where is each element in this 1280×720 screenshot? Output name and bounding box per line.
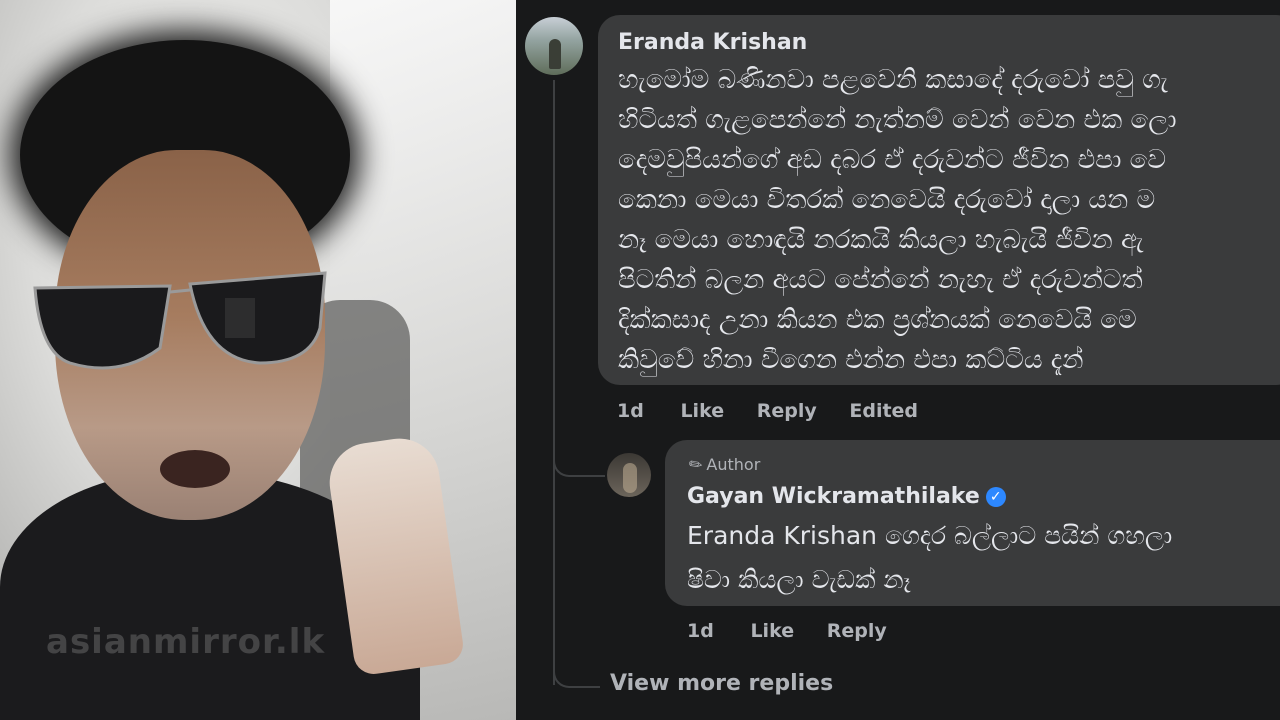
video-frame-photo: asianmirror.lk bbox=[0, 0, 516, 720]
reply-author-name[interactable]: Gayan Wickramathilake ✓ bbox=[687, 484, 1006, 509]
view-more-replies-link[interactable]: View more replies bbox=[610, 671, 833, 696]
comment-author-name[interactable]: Eranda Krishan bbox=[618, 30, 807, 55]
more-replies-connector bbox=[553, 640, 600, 688]
reply-timestamp[interactable]: 1d bbox=[687, 620, 714, 642]
comment-line: පිටතින් බලන අයට පේන්නේ නැහැ ඒ දරුවන්ටත් bbox=[618, 265, 1143, 295]
verified-badge-icon: ✓ bbox=[985, 487, 1006, 507]
reply-line: Eranda Krishan ගෙදර බල්ලාට පයින් ගහලා bbox=[687, 521, 1173, 550]
comment-line: කෙනා මෙයා විතරක් නෙවෙයි දරුවෝ දාලා යන ම bbox=[618, 185, 1156, 215]
edited-label[interactable]: Edited bbox=[849, 400, 918, 422]
like-button[interactable]: Like bbox=[680, 400, 724, 422]
comment-timestamp[interactable]: 1d bbox=[617, 400, 644, 422]
reply-author-avatar[interactable] bbox=[607, 453, 651, 497]
author-badge: ✎Author bbox=[685, 453, 761, 476]
comment-line: නෑ මෙයා හොඳයි නරකයි කියලා හැබැයි ජීවින ඇ bbox=[618, 225, 1144, 255]
reply-text: Eranda Krishan ගෙදර බල්ලාට පයින් ගහලා ෂි… bbox=[687, 514, 1280, 602]
comment-line: දික්කසාද උනා කියන එක ප්‍රශ්නයක් නෙවෙයි ම… bbox=[618, 305, 1137, 335]
screenshot: asianmirror.lk Eranda Krishan හැමෝම බණින… bbox=[0, 0, 1280, 720]
reply-reply-button[interactable]: Reply bbox=[827, 620, 887, 642]
author-badge-label: Author bbox=[706, 455, 761, 474]
reply-line: ෂිවා කියලා වැඩක් නෑ bbox=[687, 565, 911, 594]
comment-actions: 1d Like Reply Edited bbox=[617, 400, 944, 422]
commenter-avatar[interactable] bbox=[525, 17, 583, 75]
reply-author-text[interactable]: Gayan Wickramathilake bbox=[687, 484, 980, 509]
pencil-icon: ✎ bbox=[684, 452, 707, 477]
reply-connector bbox=[553, 420, 605, 477]
reply-button[interactable]: Reply bbox=[757, 400, 817, 422]
comment-line: හිටියත් ගැළපෙන්නේ නැත්නම් වෙන් වෙන එක ලො bbox=[618, 105, 1177, 135]
thread-line bbox=[553, 80, 555, 685]
reply-like-button[interactable]: Like bbox=[750, 620, 794, 642]
comment-line: හැමෝම බණිනවා පළවෙනි කසාදේ දරුවෝ පවු ගැ bbox=[618, 65, 1169, 95]
watermark: asianmirror.lk bbox=[46, 622, 326, 662]
comment-text: හැමෝම බණිනවා පළවෙනි කසාදේ දරුවෝ පවු ගැ හ… bbox=[618, 60, 1280, 380]
comment-line: කිවුවේ හිනා වීගෙන එන්න එපා කට්ටිය දැන් bbox=[618, 345, 1084, 375]
sunglasses bbox=[33, 271, 327, 370]
comment-line: දෙමවුපියන්ගේ අඩ දබර ඒ දරුවන්ට ජීවින එපා … bbox=[618, 145, 1167, 175]
reply-actions: 1d Like Reply bbox=[687, 620, 913, 642]
person-mouth bbox=[160, 450, 230, 488]
